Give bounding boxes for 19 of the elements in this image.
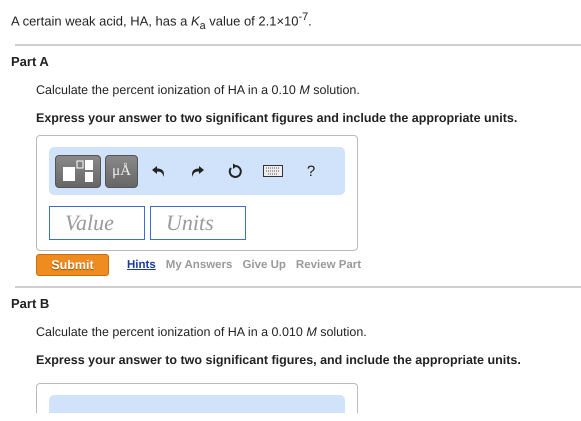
part-title: Part A: [10, 53, 50, 69]
part-title: Part B: [10, 295, 50, 311]
templates-button[interactable]: [55, 154, 101, 188]
question-text: Calculate the percent ionization of HA in a 0.10 M solution.: [36, 83, 361, 97]
submit-button[interactable]: Submit: [36, 254, 109, 276]
templates-icon: [61, 159, 95, 183]
instruction-text: Express your answer to two significant figures, and include the appropriate units.: [36, 353, 522, 367]
help-button[interactable]: ?: [294, 154, 328, 188]
action-link[interactable]: Hints: [127, 259, 156, 271]
question-text: Calculate the percent ionization of HA in a 0.010 M solution.: [36, 325, 368, 339]
units-button[interactable]: μÅ: [105, 154, 138, 188]
undo-icon: [151, 163, 167, 179]
problem-statement: A certain weak acid, HA, has a K$_{a}$ value of 2.1×10$^{-7}$.: [10, 10, 313, 34]
keyboard-icon: [263, 165, 283, 177]
answer-field[interactable]: Value: [49, 206, 145, 240]
reset-icon: [227, 163, 243, 179]
redo-icon: [189, 163, 205, 179]
instruction-text: Express your answer to two significant figures and include the appropriate units.: [36, 111, 518, 125]
answer-field[interactable]: Units: [150, 206, 246, 240]
